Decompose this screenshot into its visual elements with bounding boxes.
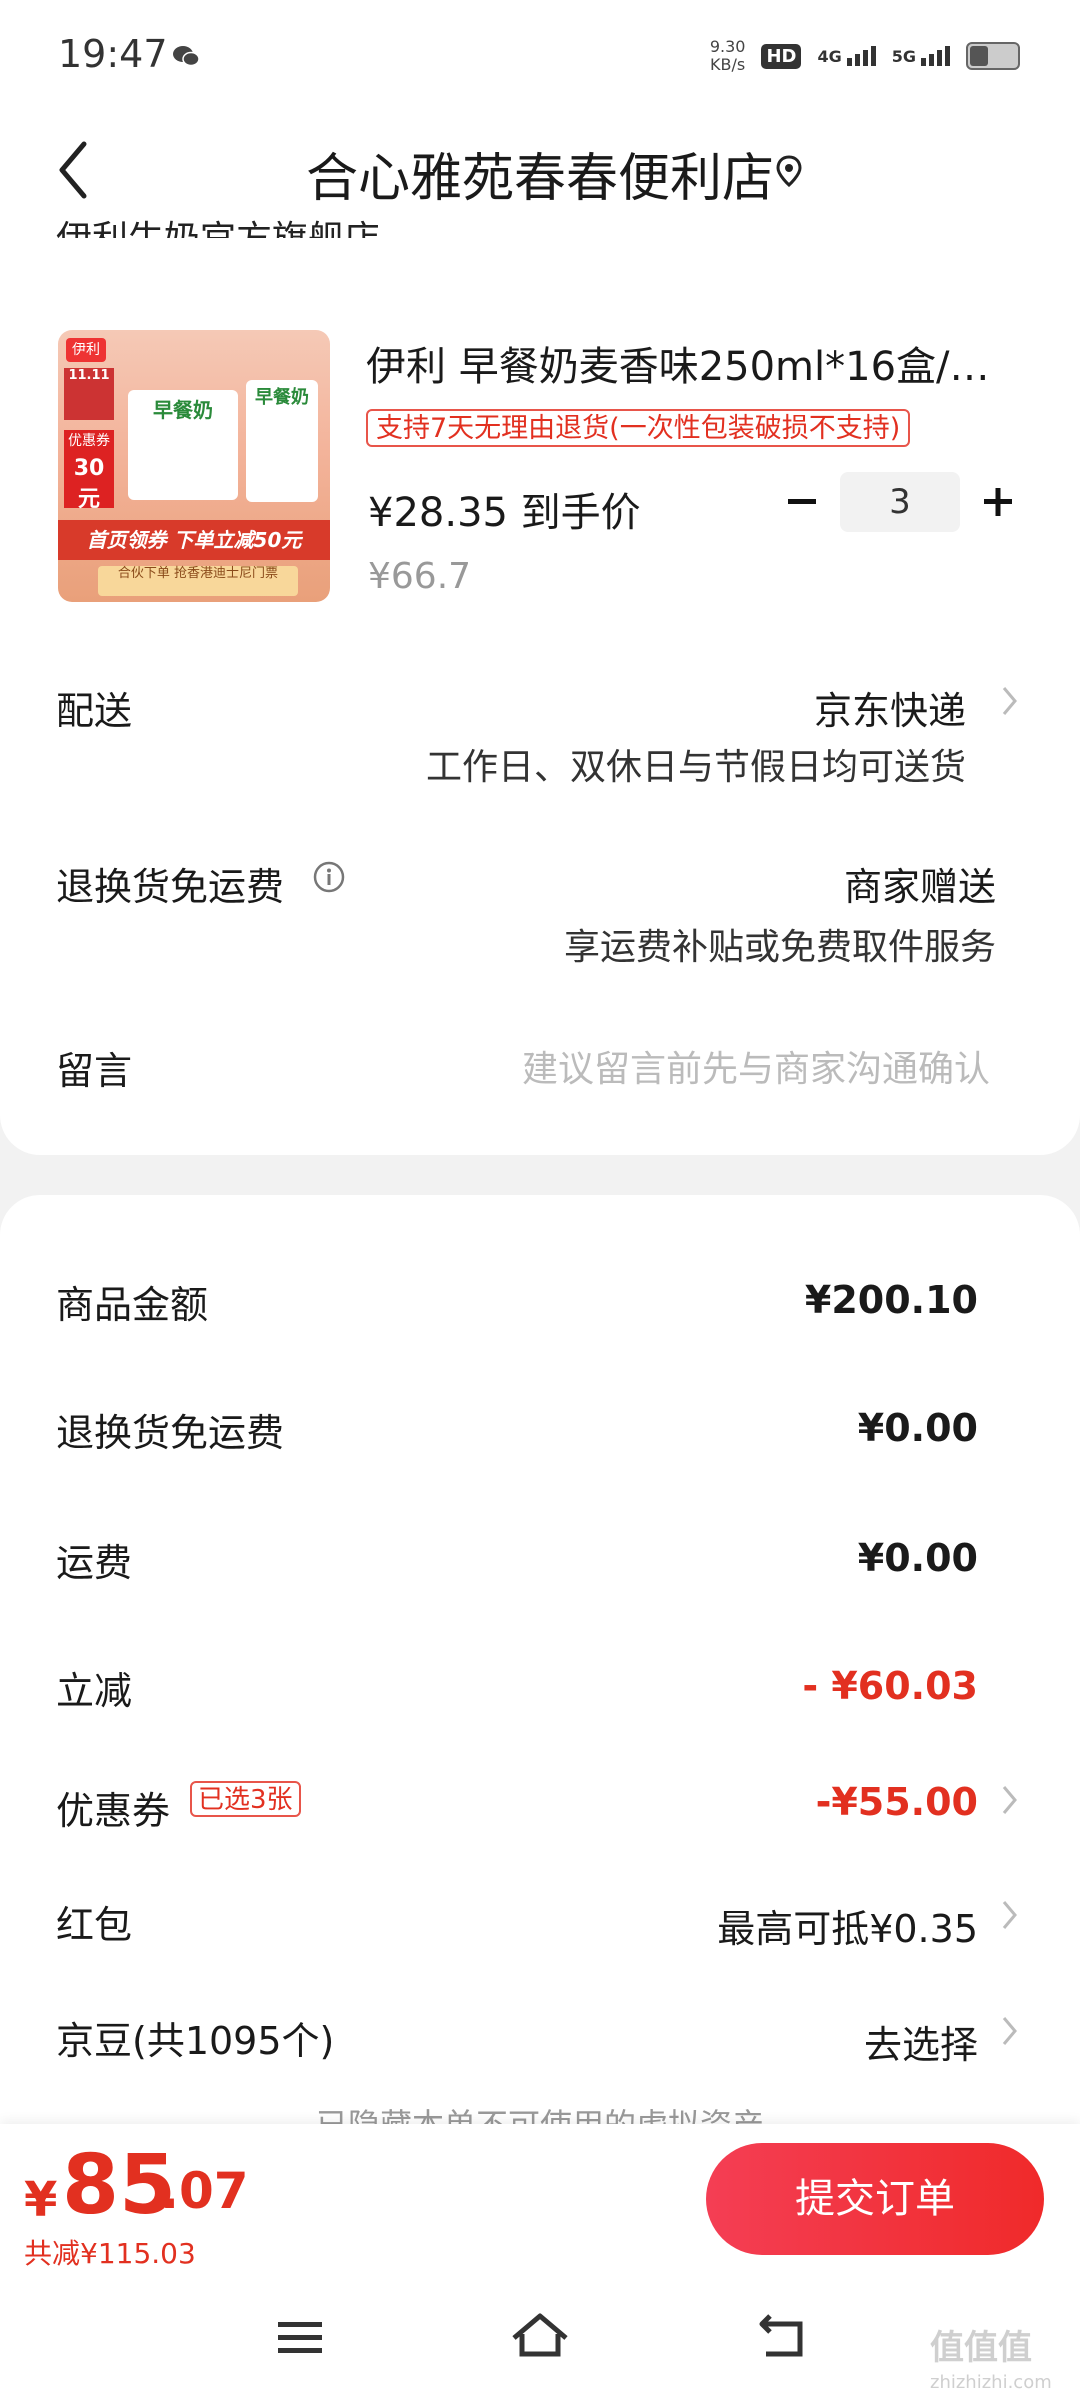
return-shipping-label: 退换货免运费 — [56, 865, 285, 909]
chevron-right-icon[interactable] — [1000, 2014, 1020, 2048]
goods-amount-value: ¥200.10 — [804, 1278, 978, 1322]
signal-5g-icon: 5G — [892, 46, 950, 66]
watermark-logo: 值值值 — [930, 2328, 1032, 2368]
delivery-label: 配送 — [56, 689, 133, 733]
delivery-note: 工作日、双休日与节假日均可送货 — [425, 747, 966, 788]
total-amount-decimal: .07 — [160, 2162, 249, 2220]
event-badge: 11.11 — [64, 368, 114, 420]
goods-amount-label: 商品金额 — [56, 1283, 209, 1327]
signal-4g-icon: 4G — [817, 46, 876, 66]
wechat-icon — [172, 44, 200, 72]
net-speed: 9.30 KB/s — [709, 37, 746, 74]
total-amount-integer: 85 — [62, 2138, 177, 2233]
battery-icon — [966, 42, 1020, 70]
redpacket-value[interactable]: 最高可抵¥0.35 — [717, 1898, 978, 1953]
watermark-url: zhizhizhi.com — [930, 2372, 1052, 2393]
redpacket-label: 红包 — [56, 1903, 133, 1947]
return-fee-label: 退换货免运费 — [56, 1411, 285, 1455]
hidden-assets-toggle[interactable]: 已隐藏本单不可使用的虚拟资产 — [0, 2100, 1080, 2124]
menu-icon[interactable] — [276, 2318, 324, 2362]
return-shipping-note: 享运费补贴或免费取件服务 — [563, 927, 996, 968]
final-price: ¥28.35 到手价 — [368, 490, 641, 536]
chevron-right-icon[interactable] — [1000, 1783, 1020, 1817]
home-icon[interactable] — [510, 2310, 570, 2364]
product-title[interactable]: 伊利 早餐奶麦香味250ml*16盒/… — [366, 334, 1026, 392]
original-price: ¥66.7 — [368, 556, 472, 597]
hd-icon: HD — [761, 43, 802, 69]
submit-order-button[interactable]: 提交订单 — [706, 2143, 1044, 2255]
brand-logo: 伊利 — [66, 338, 106, 362]
shipping-label: 运费 — [56, 1541, 133, 1585]
instant-discount-label: 立减 — [56, 1669, 133, 1713]
promo-banner: 首页领券 下单立减50元 — [58, 520, 330, 560]
quantity-input[interactable]: 3 — [840, 472, 960, 532]
info-icon[interactable] — [312, 860, 346, 894]
message-input[interactable]: 建议留言前先与商家沟通确认 — [522, 1040, 990, 1092]
location-icon[interactable] — [776, 155, 802, 191]
store-title: 合心雅苑春春便利店 — [305, 149, 774, 209]
message-label: 留言 — [56, 1049, 133, 1093]
decrease-quantity-button[interactable] — [782, 482, 822, 522]
chevron-right-icon[interactable] — [1000, 684, 1020, 718]
promo-footer: 合伙下单 抢香港迪士尼门票 — [98, 566, 298, 596]
increase-quantity-button[interactable] — [978, 482, 1018, 522]
status-time: 19:47 — [58, 32, 168, 76]
chevron-right-icon[interactable] — [1000, 1898, 1020, 1932]
jingdou-value[interactable]: 去选择 — [864, 2014, 978, 2069]
shop-name[interactable]: 伊利牛奶官方旗舰店 — [56, 210, 380, 238]
coupon-label: 优惠券 — [56, 1789, 171, 1833]
jingdou-label: 京豆(共1095个) — [56, 2019, 335, 2063]
coupon-badge: 优惠券 30元 — [64, 430, 114, 512]
milk-box-small: 早餐奶 — [246, 380, 318, 502]
coupon-value[interactable]: -¥55.00 — [816, 1780, 978, 1824]
instant-discount-value: - ¥60.03 — [802, 1664, 978, 1708]
total-currency: ¥ — [24, 2172, 58, 2228]
total-saved: 共减¥115.03 — [24, 2237, 196, 2270]
return-shipping-value: 商家赠送 — [843, 865, 996, 909]
product-image[interactable]: 伊利 11.11 优惠券 30元 早餐奶 早餐奶 首页领券 下单立减50元 合伙… — [58, 330, 330, 602]
shipping-value: ¥0.00 — [857, 1536, 978, 1580]
back-nav-icon[interactable] — [756, 2310, 806, 2364]
return-fee-value: ¥0.00 — [857, 1406, 978, 1450]
status-indicators: 9.30 KB/s HD 4G 5G — [710, 38, 1020, 74]
coupon-selected-tag: 已选3张 — [190, 1781, 301, 1817]
milk-box: 早餐奶 — [128, 390, 238, 500]
return-policy-tag: 支持7天无理由退货(一次性包装破损不支持) — [366, 409, 911, 447]
delivery-value[interactable]: 京东快递 — [814, 680, 966, 735]
